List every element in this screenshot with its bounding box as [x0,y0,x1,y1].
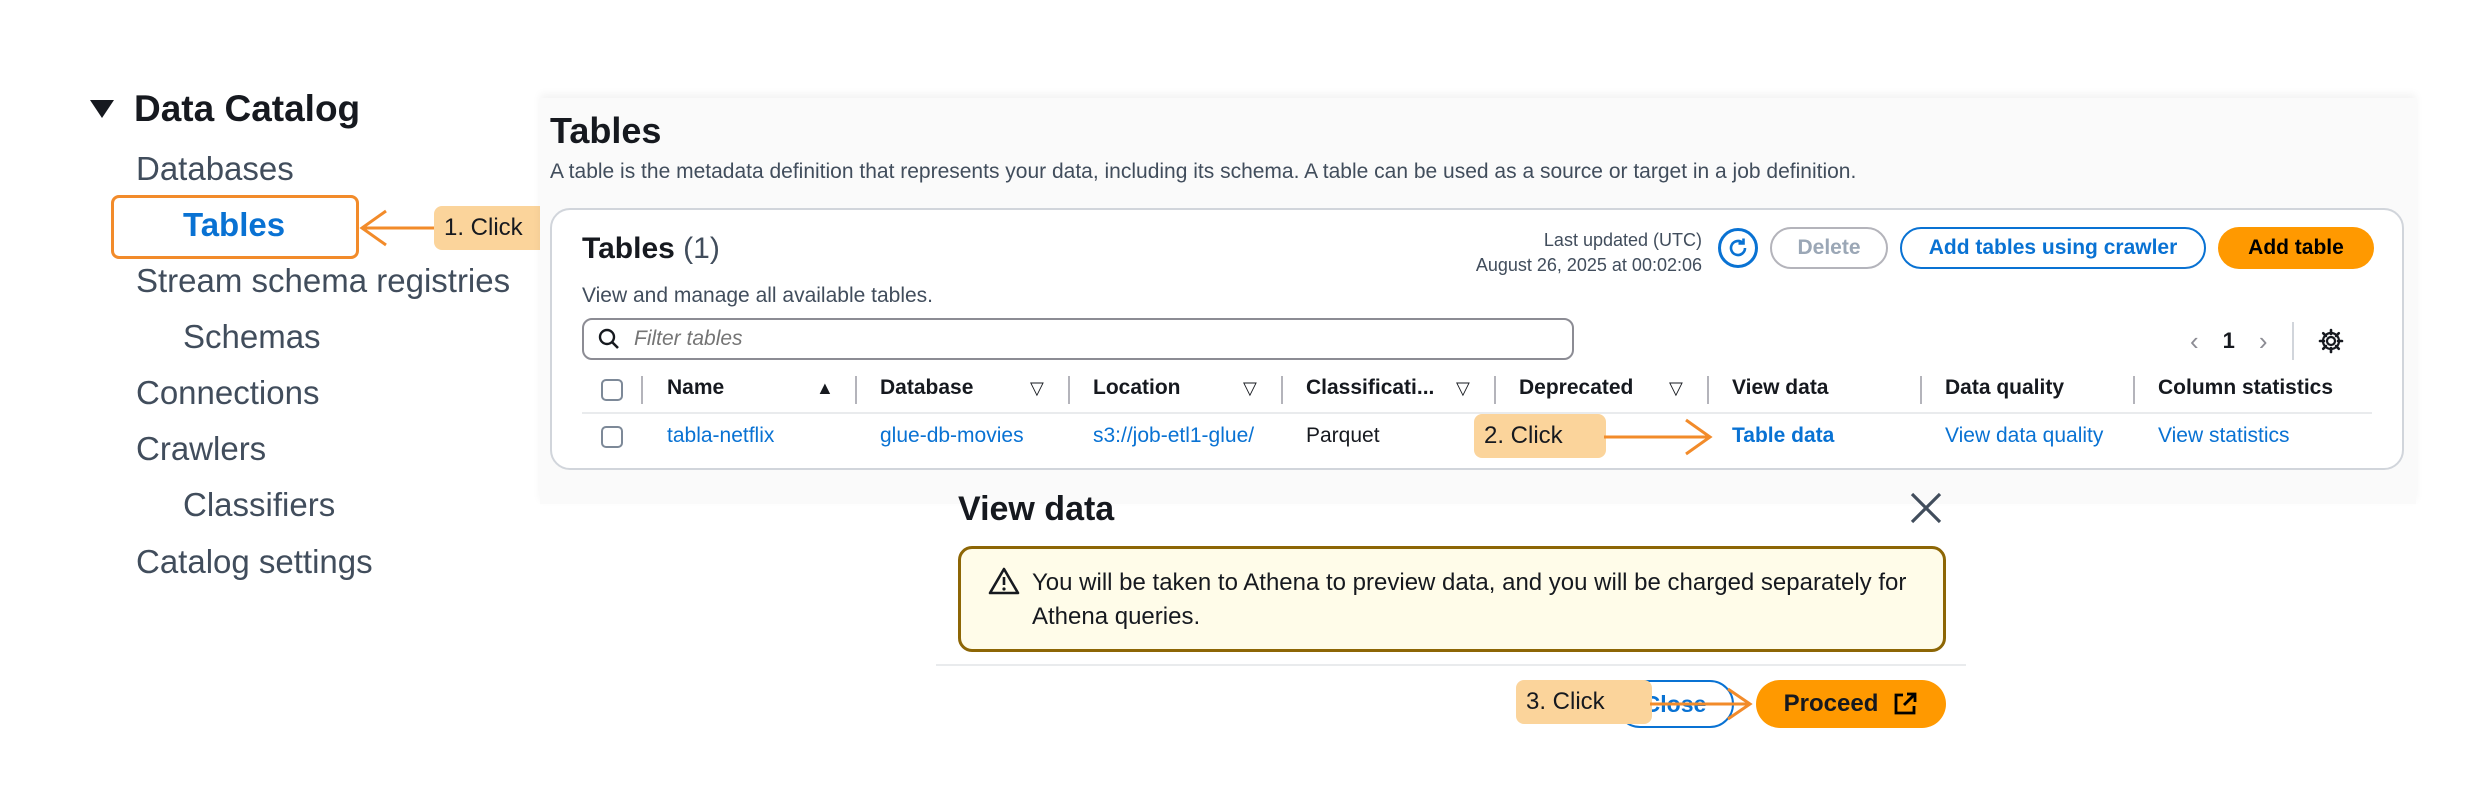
sort-icon[interactable]: ▽ [1030,378,1044,399]
classification-cell: Parquet [1306,424,1380,447]
add-table-button[interactable]: Add table [2218,227,2374,269]
column-divider [1920,376,1922,404]
header-classification[interactable]: Classificati... [1306,376,1434,400]
card-title-text: Tables [582,232,675,265]
refresh-icon [1729,238,1747,257]
header-view-data: View data [1732,376,1829,399]
nav-section-header[interactable]: Data Catalog [90,88,360,130]
select-all-checkbox[interactable] [601,379,623,401]
proceed-button[interactable]: Proceed [1756,680,1946,728]
add-tables-crawler-button[interactable]: Add tables using crawler [1900,227,2206,269]
nav-item-connections[interactable]: Connections [136,374,319,412]
sort-ascending-icon[interactable]: ▲ [816,378,834,399]
filter-tables-input[interactable] [632,326,1536,352]
view-statistics-link[interactable]: View statistics [2158,424,2290,448]
last-updated-value: August 26, 2025 at 00:02:06 [1475,255,1702,275]
column-divider [1494,376,1496,404]
proceed-label: Proceed [1783,690,1879,717]
filter-tables-field[interactable] [582,318,1574,360]
column-divider [1281,376,1283,404]
location-link[interactable]: s3://job-etl1-glue/ [1093,424,1254,448]
delete-button[interactable]: Delete [1770,227,1888,269]
table-count: (1) [683,232,720,265]
external-link-icon [1894,692,1917,715]
arrow-left-annotation-icon [359,209,438,247]
column-divider [1068,376,1070,404]
nav-item-crawlers[interactable]: Crawlers [136,430,266,468]
last-updated: Last updated (UTC) August 26, 2025 at 00… [1300,228,1702,278]
last-updated-label: Last updated (UTC) [1543,230,1702,250]
refresh-button[interactable] [1718,228,1758,268]
table-data-link[interactable]: Table data [1732,424,1834,448]
table-name-link[interactable]: tabla-netflix [667,424,774,448]
header-database[interactable]: Database [880,376,973,400]
nav-item-catalog-settings[interactable]: Catalog settings [136,543,373,581]
header-deprecated[interactable]: Deprecated [1519,376,1633,400]
arrow-right-annotation-icon [1604,418,1713,456]
alert-message: You will be taken to Athena to preview d… [1032,569,1907,630]
warning-icon [988,567,1020,595]
search-icon [598,328,619,349]
column-divider [2133,376,2135,404]
caret-down-icon [90,100,114,118]
arrow-right-annotation-icon [1650,687,1753,721]
header-column-statistics: Column statistics [2158,376,2334,399]
column-divider [641,376,643,404]
close-icon[interactable] [1906,488,1946,528]
nav-item-classifiers[interactable]: Classifiers [183,486,335,524]
chevron-right-icon[interactable]: › [2259,326,2268,357]
page-title: Tables [550,110,662,151]
page-number[interactable]: 1 [2223,328,2235,354]
card-title: Tables (1) [582,232,720,266]
card-description: View and manage all available tables. [582,284,934,307]
column-divider [855,376,857,404]
header-location[interactable]: Location [1093,376,1181,400]
header-divider [582,412,2372,414]
nav-item-schemas[interactable]: Schemas [183,318,321,356]
sort-icon[interactable]: ▽ [1456,378,1470,399]
modal-title: View data [958,490,1115,528]
chevron-left-icon[interactable]: ‹ [2190,326,2199,357]
nav-item-tables[interactable]: Tables [183,206,285,244]
modal-divider [936,664,1966,666]
step3-callout: 3. Click [1516,680,1652,724]
view-data-quality-link[interactable]: View data quality [1945,424,2103,448]
pagination: ‹ 1 › [2190,322,2344,360]
nav-item-databases[interactable]: Databases [136,150,294,188]
gear-icon[interactable] [2318,328,2344,354]
sort-icon[interactable]: ▽ [1669,378,1683,399]
row-checkbox[interactable] [601,426,623,448]
header-data-quality: Data quality [1945,376,2065,399]
page-description: A table is the metadata definition that … [550,160,1857,183]
header-name[interactable]: Name [667,376,724,400]
step2-callout: 2. Click [1474,414,1606,458]
nav-item-stream-schema-registries[interactable]: Stream schema registries [136,262,510,300]
nav-section-title: Data Catalog [134,88,361,129]
column-divider [1707,376,1709,404]
sort-icon[interactable]: ▽ [1243,378,1257,399]
database-link[interactable]: glue-db-movies [880,424,1024,448]
pager-divider [2291,322,2294,360]
